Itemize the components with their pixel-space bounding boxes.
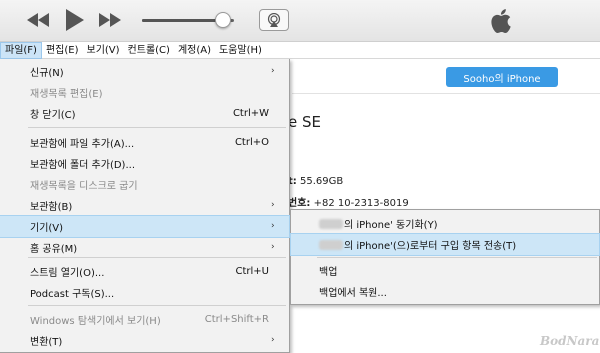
fast-forward-icon[interactable] [98,9,122,31]
file-menu-item[interactable]: 기기(V) › [0,215,290,238]
file-menu-item: 재생목록을 디스크로 굽기 [0,174,289,195]
player-toolbar [0,0,600,42]
file-menu-item[interactable]: 창 닫기(C) Ctrl+W [0,103,289,124]
file-menu-item[interactable]: 신규(N) › [0,61,289,82]
menu-item-label: 보관함(B) [30,202,73,213]
device-submenu: 의 iPhone' 동기화(Y) 의 iPhone'(으)로부터 구입 항목 전송… [290,209,600,305]
menu-separator [28,305,286,306]
airplay-icon [267,13,281,27]
menu-item-label: 의 iPhone' 동기화(Y) [344,220,438,231]
menu-item-label: 의 iPhone'(으)로부터 구입 항목 전송(T) [344,241,517,252]
menu-item-label: 창 닫기(C) [30,110,76,121]
menu-item-label: 백업 [319,267,338,278]
menu-item-label: 보관함에 폴더 추가(D)... [30,160,135,171]
menu-item-label: 변환(T) [30,337,63,348]
file-menu-item[interactable]: 보관함에 파일 추가(A)... Ctrl+O [0,132,289,153]
menu-item-label: 홈 공유(M) [30,244,78,255]
info-phone: 번호: +82 10-2313-8019 [288,194,409,209]
file-menu-item[interactable]: 스트림 열기(O)... Ctrl+U [0,261,289,282]
apple-logo [491,9,511,34]
menu-view[interactable]: 보기(V) [83,42,124,59]
info-capacity: t: 55.69GB [288,176,343,187]
menu-separator [28,257,286,258]
device-title: e SE [288,113,321,131]
menu-file[interactable]: 파일(F) [0,41,42,59]
volume-fill [142,19,223,22]
menu-item-label: 백업에서 복원... [319,288,387,299]
file-menu-item[interactable]: 홈 공유(M) › [0,237,289,258]
play-icon[interactable] [62,9,86,31]
chevron-right-icon: › [271,66,275,76]
file-menu-item: 재생목록 편집(E) [0,82,289,103]
chevron-right-icon: › [271,221,275,231]
menu-controls[interactable]: 컨트롤(C) [124,42,174,59]
file-menu-item: Windows 탐색기에서 보기(H) Ctrl+Shift+R [0,309,289,330]
device-submenu-item[interactable]: 백업 [291,260,599,281]
volume-knob[interactable] [214,12,231,28]
menu-account[interactable]: 계정(A) [174,42,215,59]
menu-item-shortcut: Ctrl+U [235,266,270,277]
menu-item-label: 신규(N) [30,68,64,79]
menu-edit[interactable]: 편집(E) [42,42,83,59]
device-button[interactable]: Sooho의 iPhone [446,67,558,87]
file-menu-dropdown: 신규(N) › 재생목록 편집(E) 창 닫기(C) Ctrl+W 보관함에 파일 추가(… [0,59,290,353]
chevron-right-icon: › [271,200,275,210]
device-submenu-item[interactable]: 의 iPhone'(으)로부터 구입 항목 전송(T) [290,233,600,256]
menu-item-shortcut: Ctrl+O [234,137,269,148]
info-label: 번호: [288,198,311,209]
file-menu-item[interactable]: 보관함(B) › [0,195,289,216]
watermark: BodNara [540,334,600,348]
menu-item-label: 기기(V) [30,223,64,234]
device-submenu-item[interactable]: 의 iPhone' 동기화(Y) [291,213,599,234]
menu-item-label: 재생목록을 디스크로 굽기 [30,181,138,192]
rewind-icon[interactable] [26,9,50,31]
menu-item-shortcut: Ctrl+W [232,108,269,119]
menu-item-label: 스트림 열기(O)... [30,268,105,279]
device-submenu-item[interactable]: 백업에서 복원... [291,281,599,302]
menu-separator [28,127,286,128]
menu-item-label: 보관함에 파일 추가(A)... [30,139,135,150]
info-value: +82 10-2313-8019 [313,198,409,209]
airplay-button[interactable] [259,9,289,31]
file-menu-item[interactable]: 변환(T) › [0,330,289,351]
file-menu-item[interactable]: 보관함에 폴더 추가(D)... [0,153,289,174]
divider [292,93,600,94]
menu-item-label: 재생목록 편집(E) [30,89,103,100]
redacted-name [319,239,343,250]
menu-item-shortcut: Ctrl+Shift+R [204,314,269,325]
menu-item-label: Podcast 구독(S)... [30,289,115,300]
menu-bar: 파일(F) 편집(E) 보기(V) 컨트롤(C) 계정(A) 도움말(H) [0,41,600,59]
menu-item-label: Windows 탐색기에서 보기(H) [30,316,161,327]
chevron-right-icon: › [271,242,275,252]
menu-help[interactable]: 도움말(H) [215,42,266,59]
info-value: 55.69GB [299,176,344,187]
redacted-name [319,218,343,229]
menu-separator [317,257,597,258]
file-menu-item[interactable]: Podcast 구독(S)... [0,282,289,303]
chevron-right-icon: › [271,335,275,345]
